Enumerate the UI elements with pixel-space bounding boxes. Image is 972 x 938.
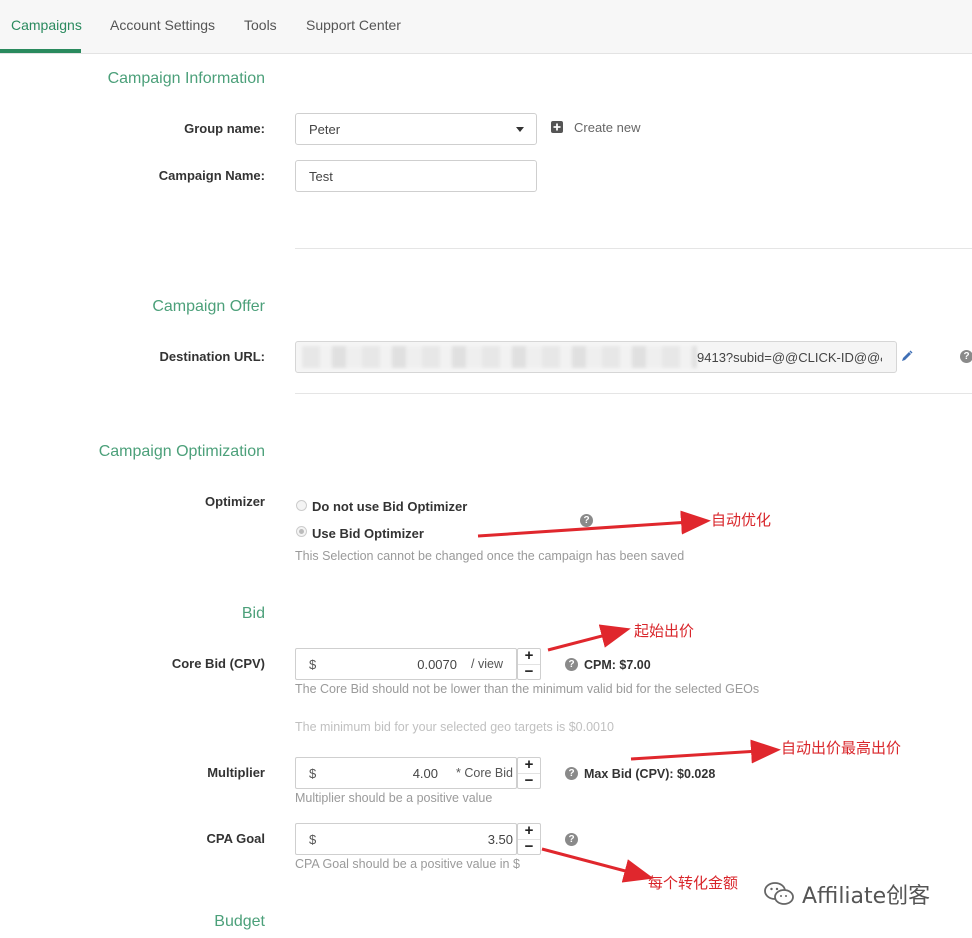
annotation-arrow-multiplier — [630, 739, 781, 764]
wechat-icon — [763, 881, 795, 907]
watermark-text: Affiliate创客 — [802, 884, 931, 909]
annotation-arrow-cpa-goal — [541, 847, 654, 883]
annotation-max-auto-bid: 自动出价最高出价 — [781, 739, 902, 757]
annotation-arrow-core-bid — [547, 624, 631, 652]
annotation-arrows — [477, 510, 781, 883]
annotation-start-bid: 起始出价 — [634, 622, 695, 640]
annotation-per-conversion: 每个转化金额 — [648, 874, 739, 892]
annotation-auto-optimize: 自动优化 — [711, 511, 772, 529]
annotation-arrow-optimizer — [477, 510, 711, 538]
